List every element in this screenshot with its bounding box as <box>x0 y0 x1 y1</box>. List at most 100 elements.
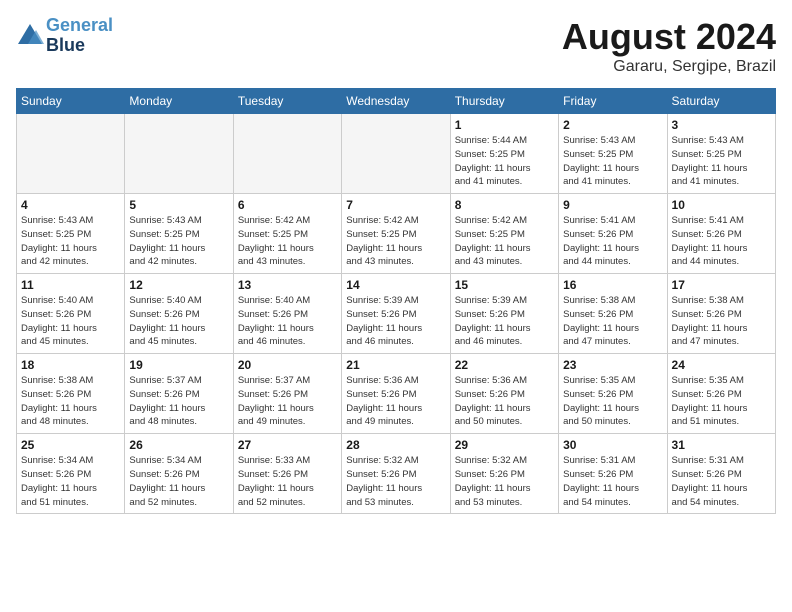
day-info: Sunrise: 5:41 AM Sunset: 5:26 PM Dayligh… <box>672 214 771 269</box>
month-title: August 2024 <box>562 16 776 58</box>
calendar-cell-w4-d4: 21 Sunrise: 5:36 AM Sunset: 5:26 PM Dayli… <box>342 354 450 434</box>
day-info: Sunrise: 5:42 AM Sunset: 5:25 PM Dayligh… <box>346 214 445 269</box>
location-title: Gararu, Sergipe, Brazil <box>562 58 776 76</box>
day-info: Sunrise: 5:43 AM Sunset: 5:25 PM Dayligh… <box>129 214 228 269</box>
day-info: Sunrise: 5:32 AM Sunset: 5:26 PM Dayligh… <box>455 454 554 509</box>
calendar-cell-w5-d2: 26 Sunrise: 5:34 AM Sunset: 5:26 PM Dayli… <box>125 434 233 514</box>
calendar-cell-w1-d4 <box>342 114 450 194</box>
day-number: 28 <box>346 438 445 452</box>
day-info: Sunrise: 5:35 AM Sunset: 5:26 PM Dayligh… <box>672 374 771 429</box>
calendar-cell-w3-d4: 14 Sunrise: 5:39 AM Sunset: 5:26 PM Dayli… <box>342 274 450 354</box>
calendar-cell-w2-d4: 7Sunrise: 5:42 AM Sunset: 5:25 PM Daylig… <box>342 194 450 274</box>
day-info: Sunrise: 5:44 AM Sunset: 5:25 PM Dayligh… <box>455 134 554 189</box>
col-tuesday: Tuesday <box>233 89 341 114</box>
col-saturday: Saturday <box>667 89 775 114</box>
calendar-cell-w1-d7: 3 Sunrise: 5:43 AM Sunset: 5:25 PM Daylig… <box>667 114 775 194</box>
day-number: 9 <box>563 198 662 212</box>
day-info: Sunrise: 5:38 AM Sunset: 5:26 PM Dayligh… <box>672 294 771 349</box>
calendar-cell-w3-d6: 16 Sunrise: 5:38 AM Sunset: 5:26 PM Dayli… <box>559 274 667 354</box>
day-number: 17 <box>672 278 771 292</box>
day-info: Sunrise: 5:42 AM Sunset: 5:25 PM Dayligh… <box>238 214 337 269</box>
day-number: 18 <box>21 358 120 372</box>
week-row-2: 4 Sunrise: 5:43 AM Sunset: 5:25 PM Daylig… <box>17 194 776 274</box>
day-number: 19 <box>129 358 228 372</box>
day-number: 25 <box>21 438 120 452</box>
day-info: Sunrise: 5:36 AM Sunset: 5:26 PM Dayligh… <box>346 374 445 429</box>
day-info: Sunrise: 5:36 AM Sunset: 5:26 PM Dayligh… <box>455 374 554 429</box>
calendar-cell-w4-d7: 24 Sunrise: 5:35 AM Sunset: 5:26 PM Dayli… <box>667 354 775 434</box>
day-number: 21 <box>346 358 445 372</box>
day-number: 8 <box>455 198 554 212</box>
logo-text: General Blue <box>46 16 113 56</box>
calendar-cell-w5-d7: 31 Sunrise: 5:31 AM Sunset: 5:26 PM Dayli… <box>667 434 775 514</box>
day-info: Sunrise: 5:31 AM Sunset: 5:26 PM Dayligh… <box>672 454 771 509</box>
day-info: Sunrise: 5:40 AM Sunset: 5:26 PM Dayligh… <box>238 294 337 349</box>
day-number: 16 <box>563 278 662 292</box>
day-number: 3 <box>672 118 771 132</box>
day-info: Sunrise: 5:38 AM Sunset: 5:26 PM Dayligh… <box>21 374 120 429</box>
calendar-cell-w1-d6: 2 Sunrise: 5:43 AM Sunset: 5:25 PM Daylig… <box>559 114 667 194</box>
logo-icon <box>16 22 44 50</box>
calendar-cell-w3-d7: 17 Sunrise: 5:38 AM Sunset: 5:26 PM Dayli… <box>667 274 775 354</box>
calendar-header-row: Sunday Monday Tuesday Wednesday Thursday… <box>17 89 776 114</box>
day-info: Sunrise: 5:34 AM Sunset: 5:26 PM Dayligh… <box>129 454 228 509</box>
day-info: Sunrise: 5:43 AM Sunset: 5:25 PM Dayligh… <box>21 214 120 269</box>
day-info: Sunrise: 5:37 AM Sunset: 5:26 PM Dayligh… <box>129 374 228 429</box>
day-info: Sunrise: 5:39 AM Sunset: 5:26 PM Dayligh… <box>346 294 445 349</box>
calendar-cell-w2-d6: 9 Sunrise: 5:41 AM Sunset: 5:26 PM Daylig… <box>559 194 667 274</box>
day-number: 4 <box>21 198 120 212</box>
day-info: Sunrise: 5:40 AM Sunset: 5:26 PM Dayligh… <box>129 294 228 349</box>
day-number: 1 <box>455 118 554 132</box>
week-row-3: 11 Sunrise: 5:40 AM Sunset: 5:26 PM Dayli… <box>17 274 776 354</box>
day-info: Sunrise: 5:34 AM Sunset: 5:26 PM Dayligh… <box>21 454 120 509</box>
day-number: 22 <box>455 358 554 372</box>
calendar-cell-w2-d2: 5 Sunrise: 5:43 AM Sunset: 5:25 PM Daylig… <box>125 194 233 274</box>
col-wednesday: Wednesday <box>342 89 450 114</box>
calendar-cell-w1-d3 <box>233 114 341 194</box>
calendar-cell-w4-d2: 19 Sunrise: 5:37 AM Sunset: 5:26 PM Dayli… <box>125 354 233 434</box>
day-info: Sunrise: 5:41 AM Sunset: 5:26 PM Dayligh… <box>563 214 662 269</box>
calendar-cell-w2-d7: 10 Sunrise: 5:41 AM Sunset: 5:26 PM Dayli… <box>667 194 775 274</box>
calendar-cell-w5-d3: 27Sunrise: 5:33 AM Sunset: 5:26 PM Dayli… <box>233 434 341 514</box>
day-number: 24 <box>672 358 771 372</box>
day-number: 14 <box>346 278 445 292</box>
calendar-cell-w5-d5: 29 Sunrise: 5:32 AM Sunset: 5:26 PM Dayli… <box>450 434 558 514</box>
day-number: 27 <box>238 438 337 452</box>
day-number: 10 <box>672 198 771 212</box>
calendar-cell-w3-d1: 11 Sunrise: 5:40 AM Sunset: 5:26 PM Dayli… <box>17 274 125 354</box>
day-info: Sunrise: 5:38 AM Sunset: 5:26 PM Dayligh… <box>563 294 662 349</box>
day-info: Sunrise: 5:40 AM Sunset: 5:26 PM Dayligh… <box>21 294 120 349</box>
calendar-cell-w3-d5: 15Sunrise: 5:39 AM Sunset: 5:26 PM Dayli… <box>450 274 558 354</box>
calendar-cell-w4-d3: 20Sunrise: 5:37 AM Sunset: 5:26 PM Dayli… <box>233 354 341 434</box>
day-number: 2 <box>563 118 662 132</box>
calendar-cell-w1-d1 <box>17 114 125 194</box>
calendar-cell-w5-d6: 30Sunrise: 5:31 AM Sunset: 5:26 PM Dayli… <box>559 434 667 514</box>
calendar-cell-w1-d2 <box>125 114 233 194</box>
day-number: 29 <box>455 438 554 452</box>
calendar-cell-w5-d4: 28 Sunrise: 5:32 AM Sunset: 5:26 PM Dayli… <box>342 434 450 514</box>
day-info: Sunrise: 5:32 AM Sunset: 5:26 PM Dayligh… <box>346 454 445 509</box>
day-number: 11 <box>21 278 120 292</box>
col-friday: Friday <box>559 89 667 114</box>
header: General Blue August 2024 Gararu, Sergipe… <box>16 16 776 76</box>
calendar-cell-w2-d3: 6Sunrise: 5:42 AM Sunset: 5:25 PM Daylig… <box>233 194 341 274</box>
calendar-cell-w1-d5: 1 Sunrise: 5:44 AM Sunset: 5:25 PM Daylig… <box>450 114 558 194</box>
calendar-cell-w2-d1: 4 Sunrise: 5:43 AM Sunset: 5:25 PM Daylig… <box>17 194 125 274</box>
day-number: 5 <box>129 198 228 212</box>
calendar-cell-w5-d1: 25 Sunrise: 5:34 AM Sunset: 5:26 PM Dayli… <box>17 434 125 514</box>
day-info: Sunrise: 5:42 AM Sunset: 5:25 PM Dayligh… <box>455 214 554 269</box>
day-number: 26 <box>129 438 228 452</box>
page: General Blue August 2024 Gararu, Sergipe… <box>0 0 792 612</box>
col-sunday: Sunday <box>17 89 125 114</box>
col-monday: Monday <box>125 89 233 114</box>
day-info: Sunrise: 5:43 AM Sunset: 5:25 PM Dayligh… <box>672 134 771 189</box>
day-number: 31 <box>672 438 771 452</box>
calendar-cell-w3-d3: 13Sunrise: 5:40 AM Sunset: 5:26 PM Dayli… <box>233 274 341 354</box>
day-number: 30 <box>563 438 662 452</box>
calendar-table: Sunday Monday Tuesday Wednesday Thursday… <box>16 88 776 514</box>
week-row-1: 1 Sunrise: 5:44 AM Sunset: 5:25 PM Daylig… <box>17 114 776 194</box>
logo: General Blue <box>16 16 113 56</box>
day-info: Sunrise: 5:43 AM Sunset: 5:25 PM Dayligh… <box>563 134 662 189</box>
calendar-cell-w4-d1: 18 Sunrise: 5:38 AM Sunset: 5:26 PM Dayli… <box>17 354 125 434</box>
day-info: Sunrise: 5:37 AM Sunset: 5:26 PM Dayligh… <box>238 374 337 429</box>
